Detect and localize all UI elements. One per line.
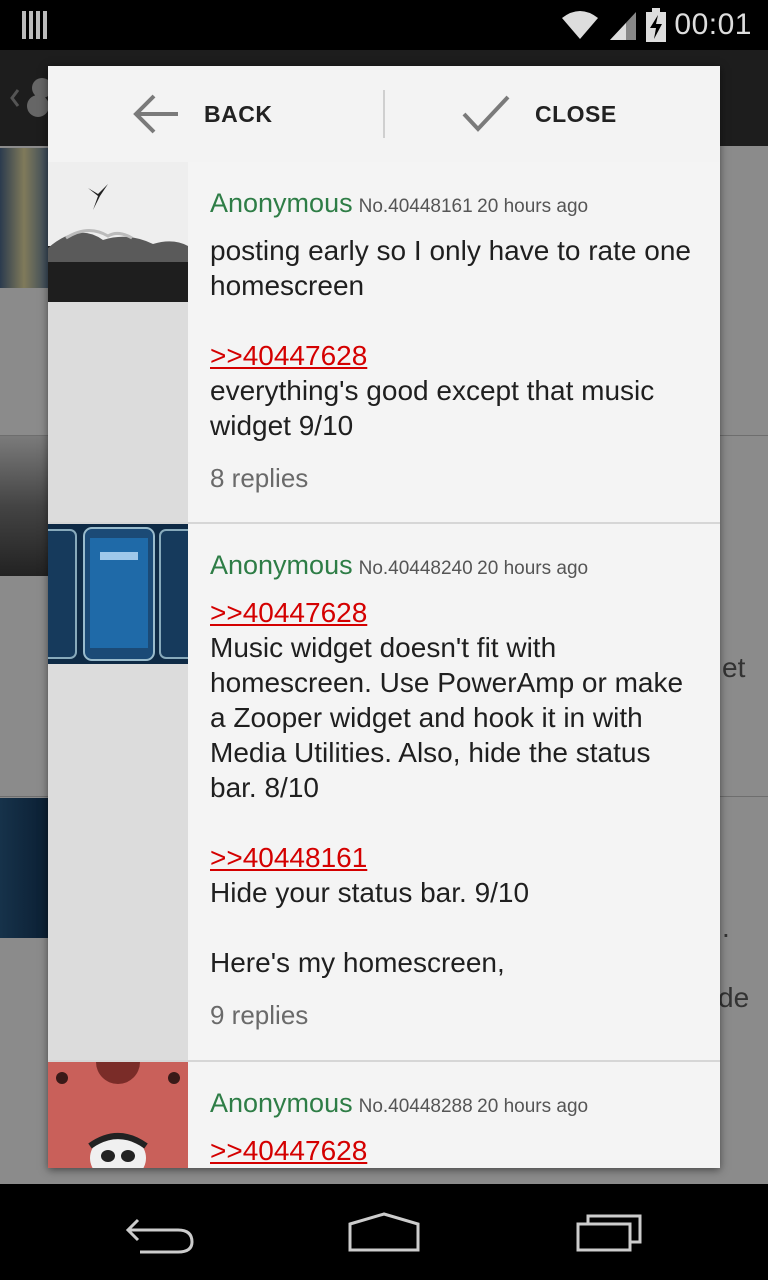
- back-button[interactable]: BACK: [132, 66, 272, 162]
- clock: 00:01: [674, 8, 752, 41]
- back-label: BACK: [204, 100, 273, 127]
- dialog-header: BACK CLOSE: [48, 66, 720, 162]
- header-divider: [383, 90, 385, 138]
- notification-bars-icon: [22, 11, 48, 39]
- replies-count[interactable]: 9 replies: [210, 1000, 704, 1031]
- post-item[interactable]: Anonymous No.40448288 20 hours ago >>4044…: [48, 1062, 720, 1168]
- post-number[interactable]: No.40448288: [359, 1096, 473, 1117]
- post-text: Hide your status bar. 9/10: [210, 877, 530, 908]
- post-number[interactable]: No.40448240: [359, 558, 473, 579]
- post-number[interactable]: No.40448161: [359, 196, 473, 217]
- post-time: 20 hours ago: [477, 196, 589, 217]
- poster-name: Anonymous: [210, 1088, 353, 1118]
- nav-home-button[interactable]: [344, 1208, 424, 1256]
- post-text: Music widget doesn't fit with homescreen…: [210, 632, 684, 803]
- status-bar: 00:01: [0, 0, 768, 50]
- post-list[interactable]: Anonymous No.40448161 20 hours ago postin…: [48, 162, 720, 1168]
- navigation-bar: [0, 1184, 768, 1280]
- post-text: Here's my homescreen,: [210, 947, 505, 978]
- replies-dialog: BACK CLOSE Anonymous No.40448161 20 hour…: [48, 66, 720, 1168]
- quote-link[interactable]: >>40448161: [210, 842, 367, 873]
- phones-image: [48, 524, 188, 664]
- background-thumbnail: [0, 798, 48, 938]
- wifi-icon: [562, 11, 599, 39]
- poster-name: Anonymous: [210, 550, 353, 580]
- battery-charging-icon: [646, 8, 667, 42]
- post-text: everything's good except that music widg…: [210, 375, 655, 441]
- background-text-fragment: .: [722, 912, 730, 943]
- replies-count[interactable]: 8 replies: [210, 463, 704, 494]
- post-body: >>40447628: [210, 1133, 704, 1168]
- back-icon: [125, 1218, 194, 1254]
- background-thumbnail: [0, 148, 48, 288]
- checkmark-icon: [462, 95, 510, 132]
- nav-back-button[interactable]: [120, 1208, 200, 1256]
- post-thumbnail[interactable]: [48, 1062, 188, 1168]
- post-item[interactable]: Anonymous No.40448161 20 hours ago postin…: [48, 162, 720, 524]
- post-thumbnail[interactable]: [48, 162, 188, 302]
- quote-link[interactable]: >>40447628: [210, 1135, 367, 1166]
- close-label: CLOSE: [535, 100, 617, 127]
- post-body: posting early so I only have to rate one…: [210, 233, 704, 443]
- post-time: 20 hours ago: [477, 1096, 589, 1117]
- post-body: >>40447628 Music widget doesn't fit with…: [210, 595, 704, 980]
- background-thumbnail: [0, 436, 48, 576]
- post-time: 20 hours ago: [477, 558, 589, 579]
- poster-name: Anonymous: [210, 188, 353, 218]
- post-text: posting early so I only have to rate one…: [210, 235, 691, 301]
- skull-image: [48, 1062, 188, 1168]
- close-button[interactable]: CLOSE: [461, 66, 617, 162]
- post-thumbnail[interactable]: [48, 524, 188, 664]
- recents-icon: [576, 1214, 642, 1252]
- background-text-fragment: de: [718, 982, 750, 1013]
- post-item[interactable]: Anonymous No.40448240 20 hours ago >>4044…: [48, 524, 720, 1062]
- arrow-left-icon: [133, 94, 178, 134]
- signal-icon: [610, 12, 637, 40]
- bird-landscape-image: [48, 162, 188, 302]
- quote-link[interactable]: >>40447628: [210, 340, 367, 371]
- nav-recents-button[interactable]: [568, 1208, 648, 1256]
- background-text-fragment: et: [722, 652, 746, 683]
- quote-link[interactable]: >>40447628: [210, 597, 367, 628]
- home-icon: [348, 1212, 420, 1252]
